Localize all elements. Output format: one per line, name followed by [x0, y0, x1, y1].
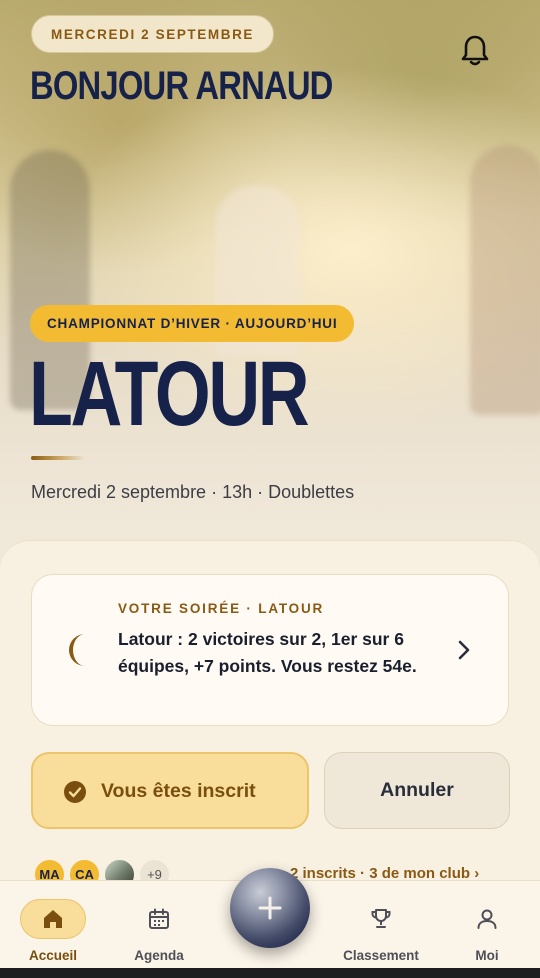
nav-item-moi[interactable]: Moi [427, 881, 540, 978]
soiree-summary-card[interactable]: VOTRE SOIRÉE · LATOUR Latour : 2 victoir… [31, 574, 509, 726]
moon-icon [65, 632, 91, 668]
add-fab-button[interactable] [230, 868, 310, 948]
championship-badge: CHAMPIONNAT D’HIVER · AUJOURD’HUI [30, 305, 355, 342]
bell-icon[interactable] [460, 34, 490, 68]
nav-label: Moi [475, 948, 499, 963]
home-indicator [0, 968, 540, 978]
event-details: Mercredi 2 septembre · 13h · Doublettes [31, 482, 355, 502]
nav-label: Agenda [134, 948, 184, 963]
nav-item-agenda[interactable]: Agenda [99, 881, 219, 978]
trophy-icon [369, 907, 393, 931]
calendar-icon [147, 907, 171, 931]
cancel-button[interactable]: Annuler [324, 752, 510, 829]
plus-icon [258, 896, 282, 920]
accent-divider [31, 456, 85, 460]
soiree-text: Latour : 2 victoires sur 2, 1er sur 6 éq… [118, 629, 417, 676]
nav-label: Accueil [28, 948, 78, 963]
home-icon [41, 907, 65, 931]
nav-label: Classement [343, 948, 419, 963]
nav-item-accueil[interactable]: Accueil [0, 881, 106, 978]
date-badge: MERCREDI 2 SEPTEMBRE [31, 15, 275, 53]
registered-button[interactable]: Vous êtes inscrit [31, 752, 309, 829]
registered-label: Vous êtes inscrit [101, 780, 256, 802]
check-circle-icon [64, 781, 86, 803]
user-icon [475, 907, 499, 931]
greeting-title: BONJOUR ARNAUD [30, 64, 333, 108]
player-silhouette [470, 145, 540, 415]
soiree-label: VOTRE SOIRÉE · LATOUR [118, 601, 325, 616]
chevron-right-icon [456, 639, 472, 661]
nav-item-classement[interactable]: Classement [321, 881, 441, 978]
venue-title: LATOUR [29, 343, 310, 445]
